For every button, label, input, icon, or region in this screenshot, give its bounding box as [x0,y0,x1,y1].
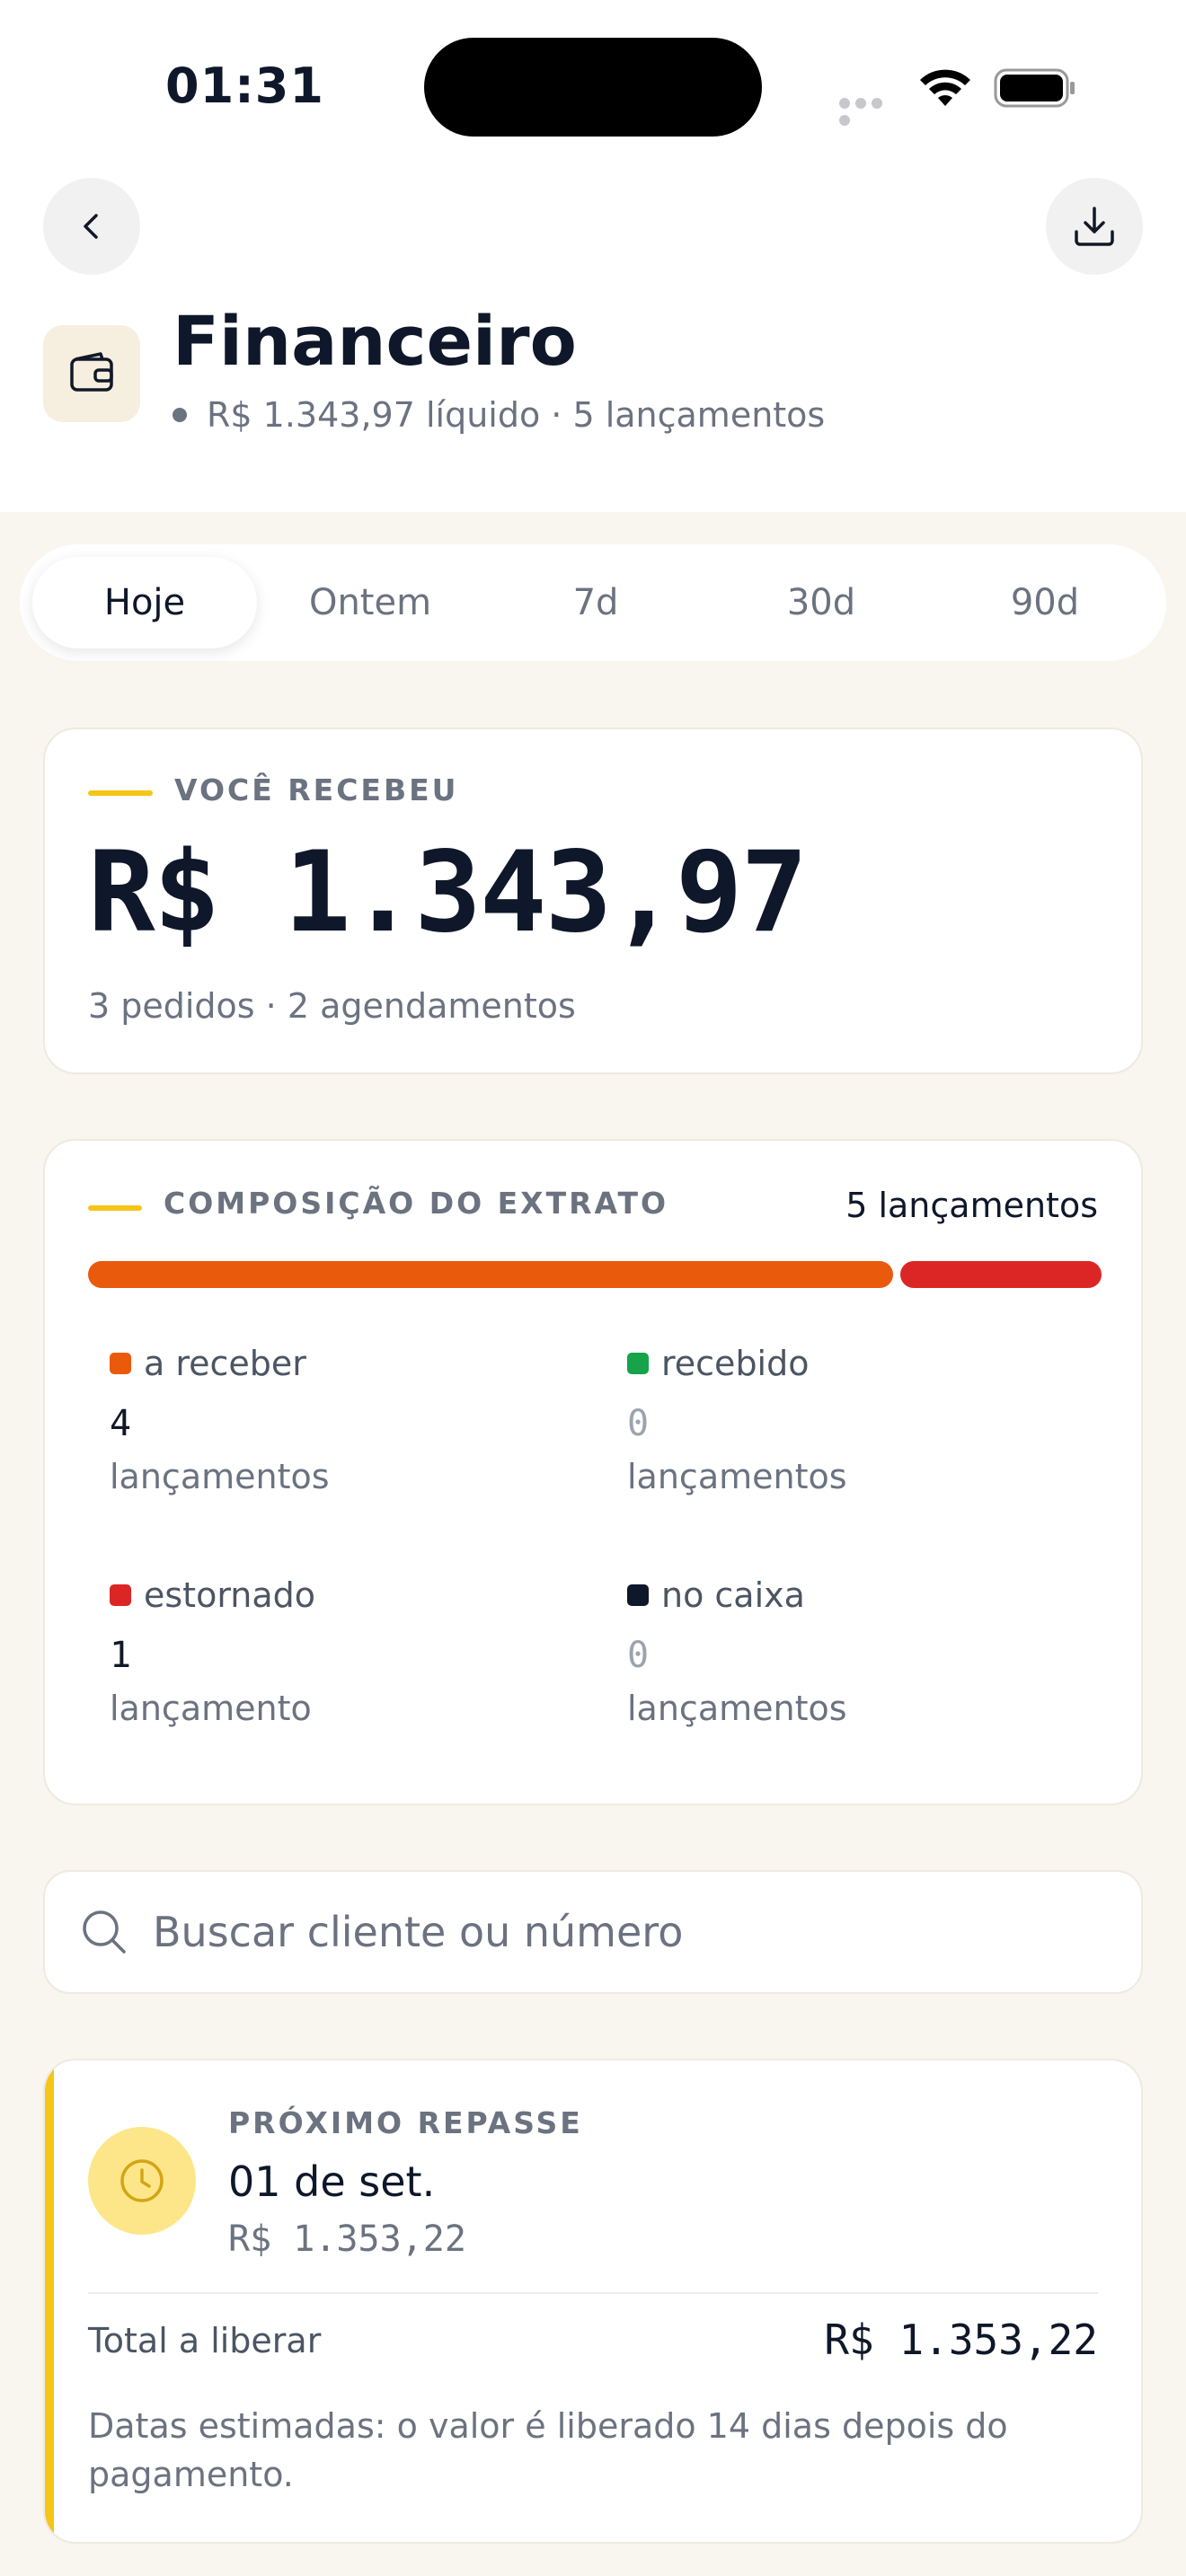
legend-name: no caixa [661,1575,805,1615]
dynamic-island [424,38,762,137]
wallet-badge [43,325,140,422]
back-button[interactable] [43,178,140,275]
search-bar [43,1870,1143,1994]
battery-icon [994,68,1075,108]
received-label: VOCÊ RECEBEU [174,772,459,807]
period-tabs: Hoje Ontem 7d 30d 90d [20,544,1166,661]
received-amount: R$ 1.343,97 [88,828,808,957]
tab-90d[interactable]: 90d [933,557,1157,648]
accent-line [88,1205,142,1211]
legend-unit: lançamento [110,1689,312,1728]
accent-line [88,790,153,796]
legend-estornado: estornado 1 lançamento [110,1575,559,1728]
download-icon [1075,207,1114,246]
tab-30d[interactable]: 30d [709,557,934,648]
next-payout-card: PRÓXIMO REPASSE 01 de set. R$ 1.353,22 T… [43,2059,1143,2544]
legend-recebido: recebido 0 lançamentos [627,1344,1076,1496]
legend-unit: lançamentos [110,1457,330,1496]
legend-a-receber: a receber 4 lançamentos [110,1344,559,1496]
legend-swatch [110,1353,131,1374]
bar-segment-estornado [900,1261,1102,1288]
legend-value: 0 [627,1635,650,1676]
legend-name: a receber [144,1344,306,1383]
composition-count: 5 lançamentos [845,1186,1098,1225]
composition-bar [88,1261,1102,1288]
legend-value: 4 [110,1403,132,1444]
composition-card: COMPOSIÇÃO DO EXTRATO 5 lançamentos a re… [43,1139,1143,1805]
search-icon [83,1910,126,1954]
total-to-release-label: Total a liberar [88,2321,322,2360]
composition-label: COMPOSIÇÃO DO EXTRATO [164,1186,669,1221]
divider [88,2292,1098,2294]
legend-swatch [627,1584,649,1606]
wifi-icon [920,69,970,106]
legend-unit: lançamentos [627,1457,847,1496]
download-button[interactable] [1046,178,1143,275]
search-input[interactable] [151,1907,1053,1957]
cellular-signal-icon [839,95,902,126]
received-details: 3 pedidos · 2 agendamentos [88,986,576,1026]
total-to-release-value: R$ 1.353,22 [824,2316,1098,2364]
clock-badge [88,2127,196,2235]
clock-icon [120,2159,164,2202]
legend-name: estornado [144,1575,316,1615]
next-payout-amount: R$ 1.353,22 [228,2219,466,2260]
chevron-left-icon [84,214,98,239]
wallet-icon [70,352,113,392]
tab-hoje[interactable]: Hoje [32,557,257,648]
received-card: VOCÊ RECEBEU R$ 1.343,97 3 pedidos · 2 a… [43,728,1143,1074]
legend-value: 0 [627,1403,650,1444]
next-payout-date: 01 de set. [228,2157,436,2206]
page-subtitle: R$ 1.343,97 líquido · 5 lançamentos [173,395,825,435]
accent-stripe [45,2060,54,2542]
next-payout-label: PRÓXIMO REPASSE [228,2105,583,2140]
legend-swatch [110,1584,131,1606]
bar-segment-a_receber [88,1261,893,1288]
legend-no-caixa: no caixa 0 lançamentos [627,1575,1076,1728]
page-subtitle-text: R$ 1.343,97 líquido · 5 lançamentos [207,395,826,435]
legend-unit: lançamentos [627,1689,847,1728]
tab-ontem[interactable]: Ontem [258,557,482,648]
tab-7d[interactable]: 7d [483,557,708,648]
header-area: 01:31 Financeiro R$ 1.343,97 líquido · 5… [0,0,1186,512]
legend-name: recebido [661,1344,810,1383]
bullet-dot [173,408,187,422]
legend-swatch [627,1353,649,1374]
payout-note: Datas estimadas: o valor é liberado 14 d… [88,2406,1008,2494]
page-title: Financeiro [173,301,577,381]
legend-value: 1 [110,1635,132,1676]
status-time: 01:31 [165,57,324,114]
